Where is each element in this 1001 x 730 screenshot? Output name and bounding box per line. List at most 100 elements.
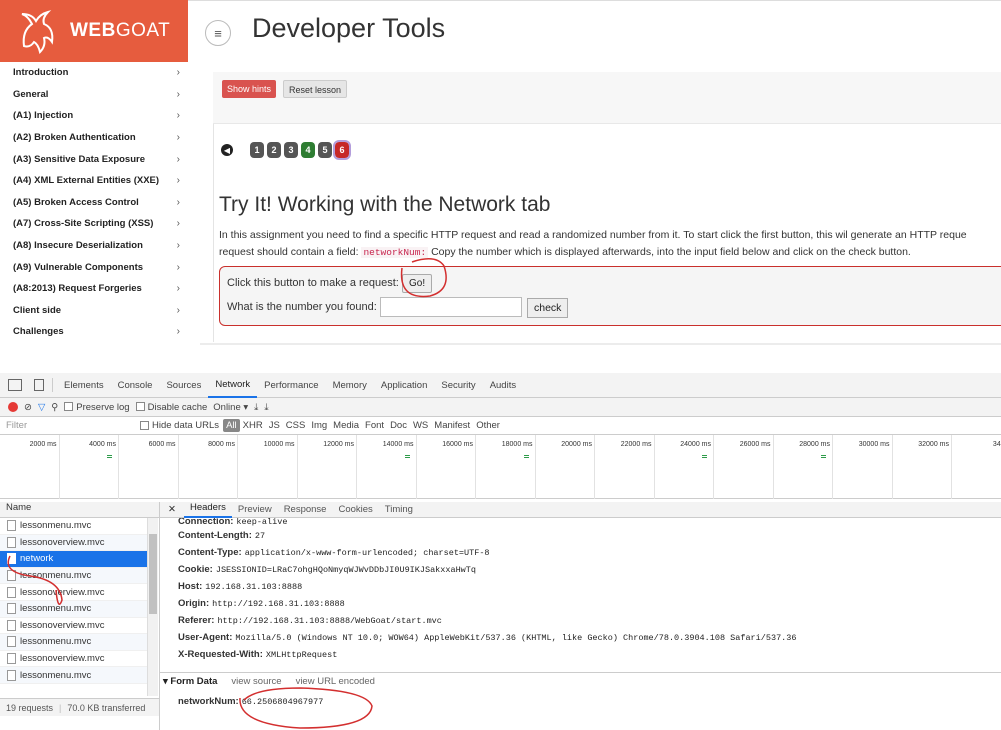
- menu-item-xxe[interactable]: (A4) XML External Entities (XXE) ›: [0, 170, 188, 192]
- pane-divider[interactable]: [159, 502, 160, 730]
- tab-headers[interactable]: Headers: [183, 502, 232, 518]
- hamburger-icon: ≡: [214, 25, 222, 41]
- network-timeline[interactable]: 2000 ms 4000 ms 6000 ms 8000 ms 10000 ms 1200…: [0, 435, 1001, 499]
- export-icon[interactable]: ⤓: [264, 402, 268, 413]
- request-list-scrollbar[interactable]: [147, 518, 158, 696]
- preserve-log-checkbox[interactable]: Preserve log: [64, 402, 130, 413]
- search-icon[interactable]: ⚲: [51, 402, 58, 413]
- disable-cache-checkbox[interactable]: Disable cache: [135, 402, 207, 413]
- request-row[interactable]: lessonoverview.mvc: [0, 534, 147, 552]
- page-button-1[interactable]: 1: [250, 142, 264, 158]
- clear-icon[interactable]: ⊘: [24, 402, 32, 413]
- filter-ws[interactable]: WS: [410, 420, 431, 431]
- import-icon[interactable]: ⤓: [254, 402, 258, 413]
- menu-toggle-button[interactable]: ≡: [205, 20, 231, 46]
- tab-performance[interactable]: Performance: [257, 380, 325, 391]
- tab-audits[interactable]: Audits: [483, 380, 523, 391]
- top-divider: [188, 0, 1001, 1]
- filter-doc[interactable]: Doc: [387, 420, 410, 431]
- close-icon[interactable]: ✕: [160, 504, 184, 515]
- filter-other[interactable]: Other: [473, 420, 503, 431]
- tab-security[interactable]: Security: [434, 380, 482, 391]
- show-hints-button[interactable]: Show hints: [222, 80, 277, 98]
- request-row[interactable]: lessonmenu.mvc: [0, 567, 147, 585]
- tab-sources[interactable]: Sources: [159, 380, 208, 391]
- tab-application[interactable]: Application: [374, 380, 434, 391]
- check-button[interactable]: check: [527, 298, 569, 318]
- file-icon: [7, 653, 16, 665]
- filter-font[interactable]: Font: [362, 420, 387, 431]
- menu-item-sensitive-data[interactable]: (A3) Sensitive Data Exposure ›: [0, 148, 188, 170]
- chevron-right-icon: ›: [176, 240, 180, 252]
- tab-response[interactable]: Response: [278, 504, 333, 515]
- filter-bar: Filter Hide data URLs All XHR JS CSS Img…: [0, 417, 1001, 435]
- request-row[interactable]: lessonoverview.mvc: [0, 651, 147, 668]
- request-row-selected[interactable]: network: [0, 551, 147, 568]
- timeline-tick: 20000 ms: [536, 435, 595, 499]
- record-icon[interactable]: [8, 402, 18, 412]
- filter-icon[interactable]: ▽: [38, 402, 45, 413]
- form-data-header: ▾ Form Data view source view URL encoded: [163, 676, 375, 687]
- view-url-encoded-link[interactable]: view URL encoded: [296, 676, 375, 687]
- throttling-select[interactable]: Online ▾: [213, 402, 248, 413]
- view-source-link[interactable]: view source: [231, 676, 281, 687]
- filter-manifest[interactable]: Manifest: [431, 420, 473, 431]
- menu-item-injection[interactable]: (A1) Injection ›: [0, 105, 188, 127]
- timeline-tick: 6000 ms: [119, 435, 179, 499]
- chevron-right-icon: ›: [176, 283, 180, 295]
- page-button-4[interactable]: 4: [301, 142, 315, 158]
- request-headers: Connection: keep-alive Content-Length: 27 …: [178, 518, 1001, 663]
- menu-item-access-control[interactable]: (A5) Broken Access Control ›: [0, 192, 188, 214]
- tab-preview[interactable]: Preview: [232, 504, 278, 515]
- timeline-tick: 2000 ms: [0, 435, 60, 499]
- menu-item-client-side[interactable]: Client side ›: [0, 300, 188, 322]
- device-toolbar-icon[interactable]: [34, 379, 44, 391]
- page-button-5[interactable]: 5: [318, 142, 332, 158]
- menu-item-request-forgeries[interactable]: (A8:2013) Request Forgeries ›: [0, 278, 188, 300]
- menu-item-deserialization[interactable]: (A8) Insecure Deserialization ›: [0, 235, 188, 257]
- reset-lesson-button[interactable]: Reset lesson: [283, 80, 348, 98]
- inspect-element-icon[interactable]: [8, 379, 22, 391]
- menu-item-general[interactable]: General ›: [0, 84, 188, 106]
- file-icon: [7, 669, 16, 681]
- request-row[interactable]: lessonmenu.mvc: [0, 600, 147, 618]
- go-button[interactable]: Go!: [402, 274, 433, 293]
- filter-js[interactable]: JS: [266, 420, 283, 431]
- menu-item-vulnerable-components[interactable]: (A9) Vulnerable Components ›: [0, 256, 188, 278]
- filter-all[interactable]: All: [223, 419, 240, 432]
- menu-item-introduction[interactable]: Introduction ›: [0, 62, 188, 84]
- timeline-request-bar: [107, 455, 112, 458]
- request-row[interactable]: lessonoverview.mvc: [0, 618, 147, 635]
- tab-cookies[interactable]: Cookies: [332, 504, 378, 515]
- hide-data-urls-checkbox[interactable]: Hide data URLs: [140, 420, 219, 431]
- page-button-3[interactable]: 3: [284, 142, 298, 158]
- request-row[interactable]: lessonoverview.mvc: [0, 584, 147, 601]
- tab-elements[interactable]: Elements: [57, 380, 111, 391]
- scrollbar-thumb[interactable]: [149, 534, 157, 614]
- filter-media[interactable]: Media: [330, 420, 362, 431]
- menu-item-xss[interactable]: (A7) Cross-Site Scripting (XSS) ›: [0, 213, 188, 235]
- filter-img[interactable]: Img: [308, 420, 330, 431]
- make-request-label: Click this button to make a request:: [227, 277, 399, 289]
- request-row[interactable]: lessonmenu.mvc: [0, 518, 147, 535]
- webgoat-logo[interactable]: WEBGOAT: [0, 0, 188, 62]
- form-data-value[interactable]: 66.2506804967977: [242, 697, 324, 707]
- tab-console[interactable]: Console: [111, 380, 160, 391]
- filter-xhr[interactable]: XHR: [240, 420, 266, 431]
- page-button-6[interactable]: 6: [333, 140, 351, 160]
- menu-item-broken-auth[interactable]: (A2) Broken Authentication ›: [0, 127, 188, 149]
- number-input[interactable]: [380, 297, 522, 317]
- filter-input[interactable]: Filter: [0, 420, 140, 431]
- page-button-2[interactable]: 2: [267, 142, 281, 158]
- chevron-right-icon: ›: [176, 304, 180, 316]
- tab-memory[interactable]: Memory: [326, 380, 374, 391]
- tab-timing[interactable]: Timing: [379, 504, 419, 515]
- form-data-title[interactable]: ▾ Form Data: [163, 676, 217, 687]
- previous-page-icon[interactable]: ◀: [221, 144, 233, 156]
- name-column-header[interactable]: Name: [0, 502, 160, 518]
- request-row[interactable]: lessonmenu.mvc: [0, 667, 147, 684]
- tab-network[interactable]: Network: [208, 373, 258, 398]
- filter-css[interactable]: CSS: [283, 420, 309, 431]
- request-row[interactable]: lessonmenu.mvc: [0, 634, 147, 651]
- menu-item-challenges[interactable]: Challenges ›: [0, 321, 188, 343]
